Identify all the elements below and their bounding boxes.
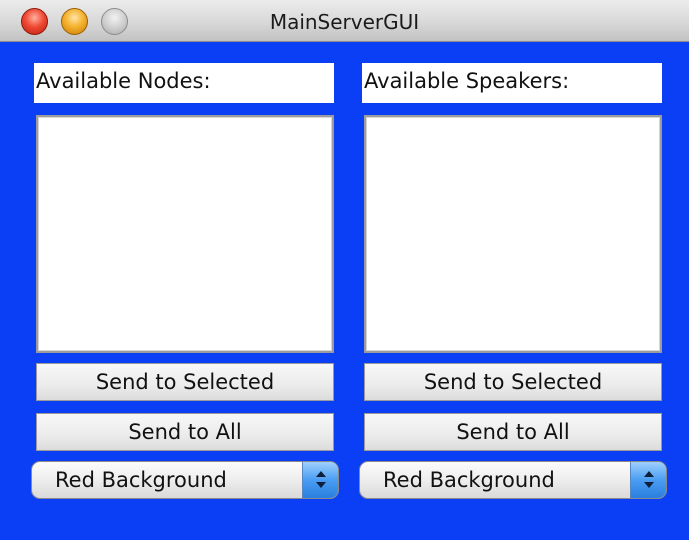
nodes-send-to-selected-button[interactable]: Send to Selected <box>36 363 334 401</box>
speakers-send-to-selected-button[interactable]: Send to Selected <box>364 363 662 401</box>
speakers-background-select-value: Red Background <box>383 468 555 492</box>
select-arrows-icon <box>630 462 666 498</box>
arrow-up-icon <box>316 471 326 477</box>
main-window: MainServerGUI Available Nodes: Send to S… <box>0 0 689 540</box>
window-title: MainServerGUI <box>269 10 420 34</box>
available-speakers-label: Available Speakers: <box>362 63 662 103</box>
nodes-background-select[interactable]: Red Background <box>31 461 339 499</box>
arrow-down-icon <box>316 482 326 488</box>
available-nodes-label: Available Nodes: <box>34 63 334 103</box>
speakers-background-select[interactable]: Red Background <box>359 461 667 499</box>
speakers-send-to-all-button[interactable]: Send to All <box>364 413 662 451</box>
arrow-down-icon <box>644 482 654 488</box>
nodes-list[interactable] <box>36 115 334 353</box>
nodes-background-select-value: Red Background <box>55 468 227 492</box>
title-bar[interactable]: MainServerGUI <box>0 0 689 42</box>
nodes-send-to-all-button[interactable]: Send to All <box>36 413 334 451</box>
arrow-up-icon <box>644 471 654 477</box>
speakers-list[interactable] <box>364 115 662 353</box>
select-arrows-icon <box>302 462 338 498</box>
